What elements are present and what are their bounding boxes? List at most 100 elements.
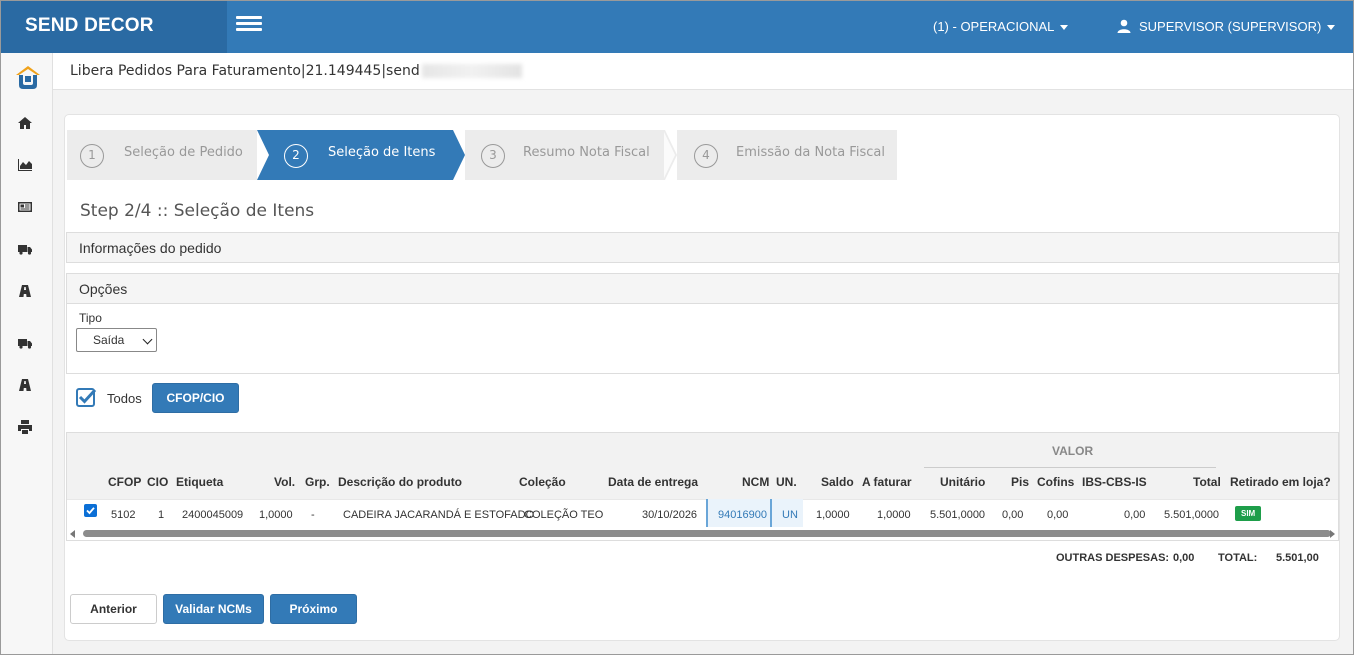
total-value: 5.501,00 [1276, 552, 1319, 564]
wizard-step-1[interactable]: 1 Seleção de Pedido [67, 130, 257, 180]
info-pedido-panel[interactable]: Informações do pedido [66, 232, 1339, 263]
step-notch [257, 130, 269, 180]
step-number: 2 [284, 144, 308, 168]
road-icon[interactable] [17, 377, 37, 397]
main-panel: 1 Seleção de Pedido 2 Seleção de Itens 3… [64, 114, 1340, 641]
column-header: Etiqueta [176, 475, 224, 489]
step-separator [664, 132, 676, 178]
info-pedido-title: Informações do pedido [79, 240, 222, 256]
column-header: UN. [776, 475, 797, 489]
road-icon[interactable] [17, 283, 37, 303]
truck-icon[interactable] [17, 335, 37, 355]
grp-cell: - [311, 509, 315, 521]
caret-down-icon [1060, 25, 1069, 31]
app-logo-icon[interactable] [14, 63, 42, 91]
column-header: Cofins [1037, 475, 1075, 489]
column-header: Grp. [305, 475, 330, 489]
column-header: NCM [742, 475, 770, 489]
cfop-cell: 5102 [111, 509, 136, 521]
wizard-step-2[interactable]: 2 Seleção de Itens [257, 130, 453, 180]
column-header: Total [1193, 475, 1221, 489]
caret-down-icon [1327, 25, 1336, 31]
sidebar [1, 53, 53, 654]
chart-icon[interactable] [17, 157, 37, 177]
etiqueta-cell: 2400045009 [182, 509, 244, 521]
outras-despesas-value: 0,00 [1173, 552, 1195, 564]
step-number: 4 [694, 144, 718, 168]
table-row[interactable] [67, 499, 1338, 527]
valor-divider [924, 467, 1216, 468]
step-label: Resumo Nota Fiscal [523, 145, 650, 160]
column-header: Retirado em loja? [1230, 475, 1331, 489]
tipo-select[interactable]: Saída [76, 328, 157, 352]
scrollbar-thumb[interactable] [83, 530, 1331, 537]
row-checkbox[interactable] [84, 504, 97, 517]
horizontal-scrollbar[interactable] [67, 527, 1338, 540]
wizard-step-3[interactable]: 3 Resumo Nota Fiscal [465, 130, 665, 180]
redacted-text [421, 64, 522, 78]
a-faturar-cell: 1,0000 [877, 509, 911, 521]
anterior-button[interactable]: Anterior [70, 594, 157, 624]
column-header: A faturar [862, 475, 912, 489]
tipo-label: Tipo [79, 311, 102, 325]
total-cell: 5.501,0000 [1164, 509, 1220, 521]
user-label: SUPERVISOR (SUPERVISOR) [1139, 19, 1322, 34]
opcoes-panel-header: Opções [66, 273, 1339, 304]
brand-logo[interactable]: SEND DECOR [1, 1, 227, 53]
ncm-value[interactable]: 94016900 [718, 509, 767, 521]
step-label: Emissão da Nota Fiscal [736, 145, 885, 160]
proximo-button[interactable]: Próximo [270, 594, 357, 624]
scroll-right-icon[interactable] [1330, 530, 1335, 538]
column-header: Saldo [821, 475, 854, 489]
cfop-cio-button[interactable]: CFOP/CIO [152, 383, 239, 413]
opcoes-title: Opções [79, 281, 128, 297]
table-header [67, 433, 1338, 499]
user-icon [1117, 19, 1131, 33]
menu-toggle-icon[interactable] [236, 16, 262, 36]
pis-cell: 0,00 [1002, 509, 1024, 521]
page-title-text: Libera Pedidos Para Faturamento|21.14944… [70, 63, 420, 79]
descricao-cell: CADEIRA JACARANDÁ E ESTOFADO [343, 509, 535, 521]
chevron-down-icon [142, 334, 153, 345]
step-label: Seleção de Itens [328, 145, 436, 160]
step-arrow [453, 130, 465, 180]
cio-cell: 1 [158, 509, 165, 521]
step-label: Seleção de Pedido [124, 145, 243, 160]
column-header: Unitário [940, 475, 986, 489]
items-table: VALOR CFOP CIO Etiqueta Vol. Grp. Descri… [66, 432, 1339, 541]
user-dropdown[interactable]: SUPERVISOR (SUPERVISOR) [1117, 1, 1336, 53]
column-header: Coleção [519, 475, 566, 489]
valor-group-header: VALOR [1052, 444, 1094, 458]
top-navbar: SEND DECOR (1) - OPERACIONAL SUPERVISOR … [1, 1, 1353, 53]
step-number: 1 [80, 144, 104, 168]
column-header: Descrição do produto [338, 475, 463, 489]
cofins-cell: 0,00 [1047, 509, 1069, 521]
column-header: Vol. [274, 475, 296, 489]
tipo-selected-value: Saída [93, 333, 125, 347]
un-value: UN [782, 509, 798, 521]
opcoes-panel-body [66, 304, 1339, 374]
saldo-cell: 1,0000 [816, 509, 850, 521]
truck-icon[interactable] [17, 241, 37, 261]
data-entrega-cell: 30/10/2026 [642, 509, 698, 521]
outras-despesas-label: OUTRAS DESPESAS: [1056, 552, 1170, 564]
todos-checkbox[interactable] [76, 387, 97, 408]
wizard-step-4[interactable]: 4 Emissão da Nota Fiscal [677, 130, 897, 180]
operacional-dropdown[interactable]: (1) - OPERACIONAL [933, 1, 1069, 53]
operacional-label: (1) - OPERACIONAL [933, 19, 1055, 34]
column-header: Pis [1011, 475, 1030, 489]
column-header: CFOP [108, 475, 142, 489]
total-label: TOTAL: [1218, 552, 1258, 564]
page-header: Libera Pedidos Para Faturamento|21.14944… [53, 53, 1353, 90]
unitario-cell: 5.501,0000 [930, 509, 986, 521]
home-icon[interactable] [17, 115, 37, 135]
column-header: Data de entrega [608, 475, 699, 489]
validar-ncms-button[interactable]: Validar NCMs [163, 594, 264, 624]
app-frame: SEND DECOR (1) - OPERACIONAL SUPERVISOR … [0, 0, 1354, 655]
print-icon[interactable] [17, 419, 37, 439]
newspaper-icon[interactable] [17, 199, 37, 219]
step-heading: Step 2/4 :: Seleção de Itens [80, 201, 315, 221]
scroll-left-icon[interactable] [70, 530, 75, 538]
retirado-badge: SIM [1235, 506, 1262, 521]
column-header: CIO [147, 475, 169, 489]
